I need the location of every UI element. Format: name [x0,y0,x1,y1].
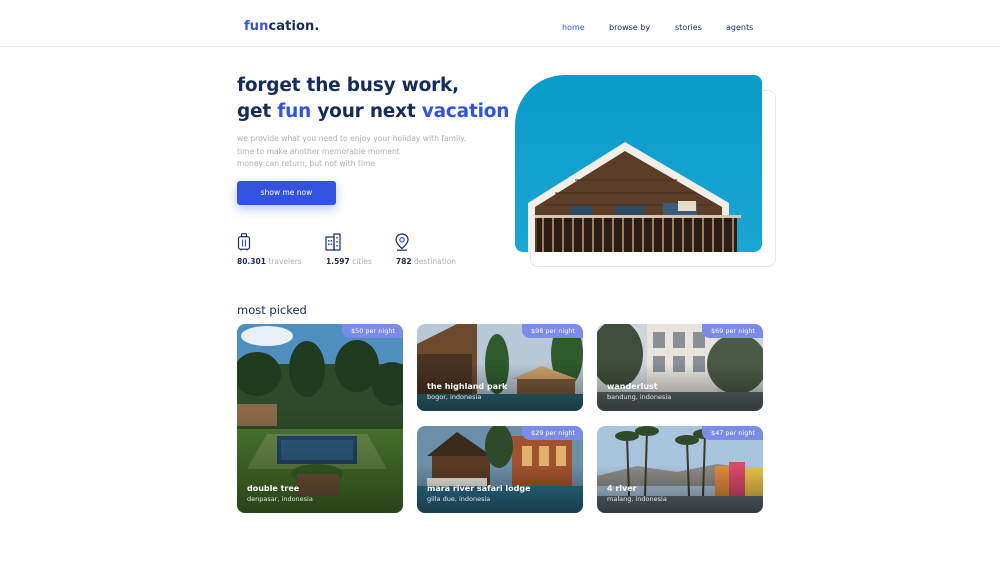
show-me-now-button[interactable]: show me now [237,181,336,205]
nav-stories[interactable]: stories [675,23,702,32]
card-the-highland-park[interactable]: $98 per night the highland park bogor, i… [417,324,583,411]
price-badge: $50 per night [341,324,403,338]
location-pin-icon [395,233,409,251]
stat-cities-value: 1.597 [326,257,350,266]
site-header: funcation. home browse by stories agents [0,0,1000,47]
price-badge: $69 per night [701,324,763,338]
card-title: 4 river [607,484,637,493]
stat-travelers-value: 80.301 [237,257,266,266]
price-badge: $29 per night [521,426,583,440]
card-title: wanderlust [607,382,658,391]
hero-title-line2: get fun your next vacation [237,99,509,125]
city-icon [325,233,341,251]
stat-destination: 782 destination [396,257,456,266]
stat-destination-value: 782 [396,257,412,266]
hero-title-line1: forget the busy work, [237,75,459,96]
card-location: gilla due, indonesia [427,495,491,503]
card-location: bandung, indonesia [607,393,672,401]
card-double-tree[interactable]: $50 per night double tree denpasar, indo… [237,324,403,513]
house-illustration [528,142,741,252]
nav-browse-by[interactable]: browse by [609,23,650,32]
card-wanderlust[interactable]: $69 per night wanderlust bandung, indone… [597,324,763,411]
hero-desc-line2: time to make another memorable moment [237,146,400,156]
stat-travelers: 80.301 travelers [237,257,302,266]
stat-cities-label: cities [349,257,372,266]
card-4-river[interactable]: $47 per night 4 river malang, indonesia [597,426,763,513]
card-location: bogor, indonesia [427,393,482,401]
hero-title-vacation: vacation [421,101,510,122]
stat-destination-label: destination [411,257,457,266]
card-mara-river-safari-lodge[interactable]: $29 per night mara river safari lodge gi… [417,426,583,513]
hero-desc-line3: money can return, but not with time [237,159,376,169]
price-badge: $47 per night [701,426,763,440]
hero-title-your-next: your next [311,101,422,122]
hero-image [515,75,762,252]
logo[interactable]: funcation. [244,19,319,34]
card-location: malang, indonesia [607,495,667,503]
stat-cities: 1.597 cities [326,257,372,266]
hero-description: we provide what you need to enjoy your h… [237,133,466,171]
price-badge: $98 per night [521,324,583,338]
luggage-icon [237,233,251,251]
card-location: denpasar, indonesia [247,495,313,503]
nav-agents[interactable]: agents [726,23,753,32]
logo-part-fun: fun [244,19,269,34]
stat-travelers-label: travelers [265,257,302,266]
hero-desc-line1: we provide what you need to enjoy your h… [237,134,467,143]
hero-title-get: get [237,101,278,122]
nav-home[interactable]: home [562,23,585,32]
card-title: the highland park [427,382,508,391]
card-title: double tree [247,484,300,493]
logo-part-cation: cation. [268,19,320,34]
hero-title-fun: fun [277,101,312,122]
card-title: mara river safari lodge [427,484,531,493]
hero-title: forget the busy work, get fun your next … [237,73,509,125]
most-picked-title: most picked [237,303,307,317]
